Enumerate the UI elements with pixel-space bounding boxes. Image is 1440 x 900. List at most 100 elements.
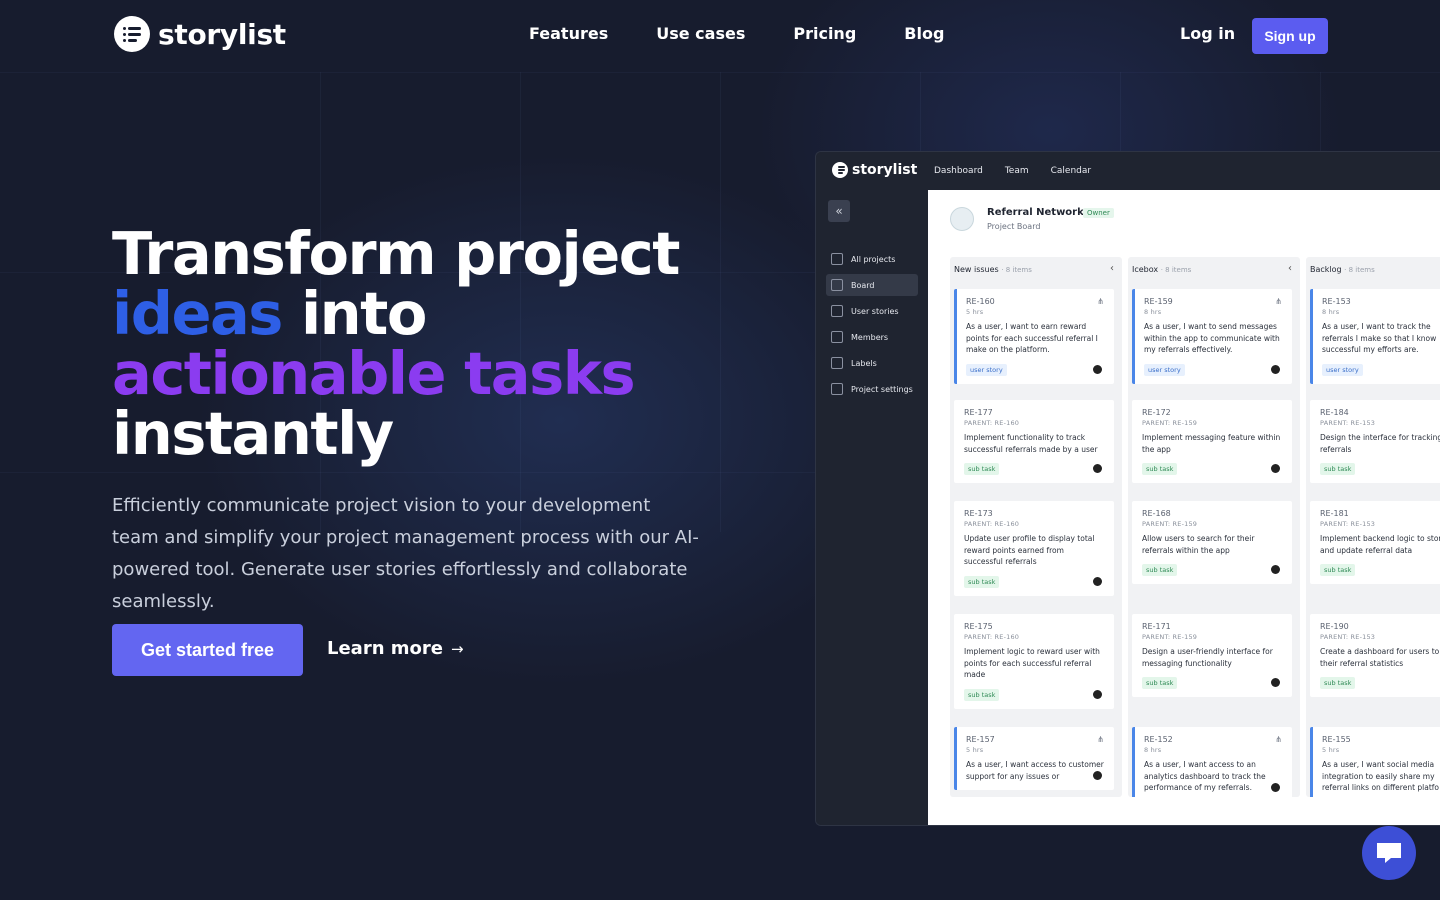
issue-card[interactable]: RE-168 PARENT: RE-159 Allow users to searc…	[1132, 501, 1292, 584]
issue-text: As a user, I want to earn reward points …	[966, 322, 1098, 354]
issue-tag: sub task	[1142, 564, 1178, 576]
issue-card[interactable]: RE-190 PARENT: RE-153 Create a dashboard f…	[1310, 614, 1440, 697]
project-avatar	[950, 207, 974, 231]
brand-logo[interactable]: storylist	[114, 16, 286, 52]
issue-text: Implement backend logic to store and upd…	[1320, 534, 1440, 555]
issue-card[interactable]: RE-153 8 hrs As a user, I want to track th…	[1310, 289, 1440, 384]
issue-id: RE-159	[1144, 297, 1173, 306]
sidebar-item-project-settings[interactable]: Project settings	[826, 378, 918, 400]
login-link[interactable]: Log in	[1180, 24, 1235, 43]
issue-meta: 8 hrs	[1144, 746, 1162, 754]
issue-id: RE-155	[1322, 735, 1351, 744]
issue-text: Allow users to search for their referral…	[1142, 534, 1255, 555]
issue-text: Implement messaging feature within the a…	[1142, 433, 1281, 454]
column-title: Icebox · 8 items	[1132, 265, 1191, 274]
app-topbar: storylist Dashboard Team Calendar	[816, 152, 1440, 190]
issue-meta: PARENT: RE-160	[964, 419, 1020, 427]
issue-card[interactable]: RE-155 5 hrs As a user, I want social medi…	[1310, 727, 1440, 797]
tag-icon	[831, 357, 843, 369]
sidebar-item-label: Labels	[851, 358, 877, 368]
learn-more-label: Learn more	[327, 638, 443, 659]
brand-name: storylist	[158, 17, 286, 51]
issue-meta: 5 hrs	[966, 746, 984, 754]
column-name: Backlog	[1310, 265, 1342, 274]
issue-text: Design a user-friendly interface for mes…	[1142, 647, 1273, 668]
issue-id: RE-175	[964, 622, 993, 631]
issue-tag: user story	[966, 363, 1007, 376]
board-area: Referral Network Owner Project Board New…	[928, 190, 1440, 825]
sidebar-item-members[interactable]: Members	[826, 326, 918, 348]
nav-link-blog[interactable]: Blog	[904, 24, 944, 43]
home-icon	[831, 253, 843, 265]
get-started-button[interactable]: Get started free	[112, 624, 303, 676]
assignee-avatar	[1093, 464, 1102, 473]
issue-text: As a user, I want access to customer sup…	[966, 760, 1104, 781]
issue-card[interactable]: RE-152 8 hrs As a user, I want access to a…	[1132, 727, 1292, 797]
board-column: Icebox · 8 items ‹ RE-159 8 hrs As a user, I…	[1128, 257, 1300, 797]
issue-tag: sub task	[1320, 564, 1356, 576]
nav-link-use-cases[interactable]: Use cases	[656, 24, 745, 43]
column-count: · 8 items	[1160, 266, 1192, 274]
sidebar-item-labels[interactable]: Labels	[826, 352, 918, 374]
issue-text: Design the interface for tracking referr…	[1320, 433, 1440, 454]
collapse-sidebar-icon[interactable]: «	[828, 200, 850, 222]
issue-meta: 5 hrs	[966, 308, 984, 316]
issue-card[interactable]: RE-171 PARENT: RE-159 Design a user-friend…	[1132, 614, 1292, 697]
project-title: Referral Network	[987, 207, 1084, 218]
chevron-left-icon[interactable]: ‹	[1288, 263, 1292, 274]
assignee-avatar	[1093, 364, 1102, 374]
project-subtitle: Project Board	[987, 222, 1041, 231]
issue-id: RE-172	[1142, 408, 1171, 417]
issue-text: Implement logic to reward user with poin…	[964, 647, 1100, 679]
issue-card[interactable]: RE-175 PARENT: RE-160 Implement logic to r…	[954, 614, 1114, 709]
issue-meta: 8 hrs	[1144, 308, 1162, 316]
signup-button[interactable]: Sign up	[1252, 18, 1328, 54]
issue-tag: sub task	[1142, 677, 1178, 689]
assignee-avatar	[1271, 782, 1280, 792]
issue-id: RE-177	[964, 408, 993, 417]
sidebar-item-all-projects[interactable]: All projects	[826, 248, 918, 270]
column-title: New issues · 8 items	[954, 265, 1032, 274]
learn-more-link[interactable]: Learn more →	[327, 638, 464, 659]
nav-link-pricing[interactable]: Pricing	[793, 24, 856, 43]
assignee-avatar	[1093, 689, 1102, 699]
hero-highlight-ideas: ideas	[112, 279, 283, 348]
issue-card[interactable]: RE-172 PARENT: RE-159 Implement messaging …	[1132, 400, 1292, 483]
app-tab-dashboard[interactable]: Dashboard	[934, 166, 983, 176]
nav-link-features[interactable]: Features	[529, 24, 608, 43]
assignee-avatar	[1271, 678, 1280, 687]
hierarchy-icon: ⋔	[1097, 735, 1104, 744]
app-tab-calendar[interactable]: Calendar	[1051, 166, 1091, 176]
issue-tag: sub task	[964, 688, 1000, 701]
hero-line-1: Transform project	[112, 219, 680, 288]
sidebar-item-board[interactable]: Board	[826, 274, 918, 296]
hero-highlight-actionable: actionable tasks	[112, 339, 636, 408]
top-nav: storylist Features Use cases Pricing Blo…	[0, 0, 1440, 72]
app-tab-team[interactable]: Team	[1005, 166, 1029, 176]
column-title: Backlog · 8 items	[1310, 265, 1375, 274]
issue-card[interactable]: RE-181 PARENT: RE-153 Implement backend lo…	[1310, 501, 1440, 584]
sidebar-item-user-stories[interactable]: User stories	[826, 300, 918, 322]
hierarchy-icon: ⋔	[1275, 735, 1282, 744]
issue-card[interactable]: RE-160 5 hrs As a user, I want to earn rew…	[954, 289, 1114, 384]
list-icon	[831, 305, 843, 317]
issue-text: As a user, I want access to an analytics…	[1144, 760, 1266, 792]
issue-card[interactable]: RE-177 PARENT: RE-160 Implement functional…	[954, 400, 1114, 483]
issue-meta: PARENT: RE-153	[1320, 520, 1376, 528]
issue-tag: sub task	[964, 575, 1000, 588]
assignee-avatar	[1093, 771, 1102, 780]
app-logo: storylist	[832, 162, 917, 178]
issue-card[interactable]: RE-157 5 hrs As a user, I want access to c…	[954, 727, 1114, 790]
issue-card[interactable]: RE-184 PARENT: RE-153 Design the interface…	[1310, 400, 1440, 483]
issue-card[interactable]: RE-173 PARENT: RE-160 Update user profile …	[954, 501, 1114, 596]
issue-meta: 8 hrs	[1322, 308, 1340, 316]
issue-card[interactable]: RE-159 8 hrs As a user, I want to send mes…	[1132, 289, 1292, 384]
issue-id: RE-160	[966, 297, 995, 306]
issue-text: As a user, I want social media integrati…	[1322, 760, 1440, 792]
chevron-left-icon[interactable]: ‹	[1110, 263, 1114, 274]
board-icon	[831, 279, 843, 291]
chat-button[interactable]	[1362, 826, 1416, 880]
hero-description: Efficiently communicate project vision t…	[112, 495, 699, 612]
gear-icon	[831, 383, 843, 395]
board-column: New issues · 8 items ‹ RE-160 5 hrs As a use…	[950, 257, 1122, 797]
